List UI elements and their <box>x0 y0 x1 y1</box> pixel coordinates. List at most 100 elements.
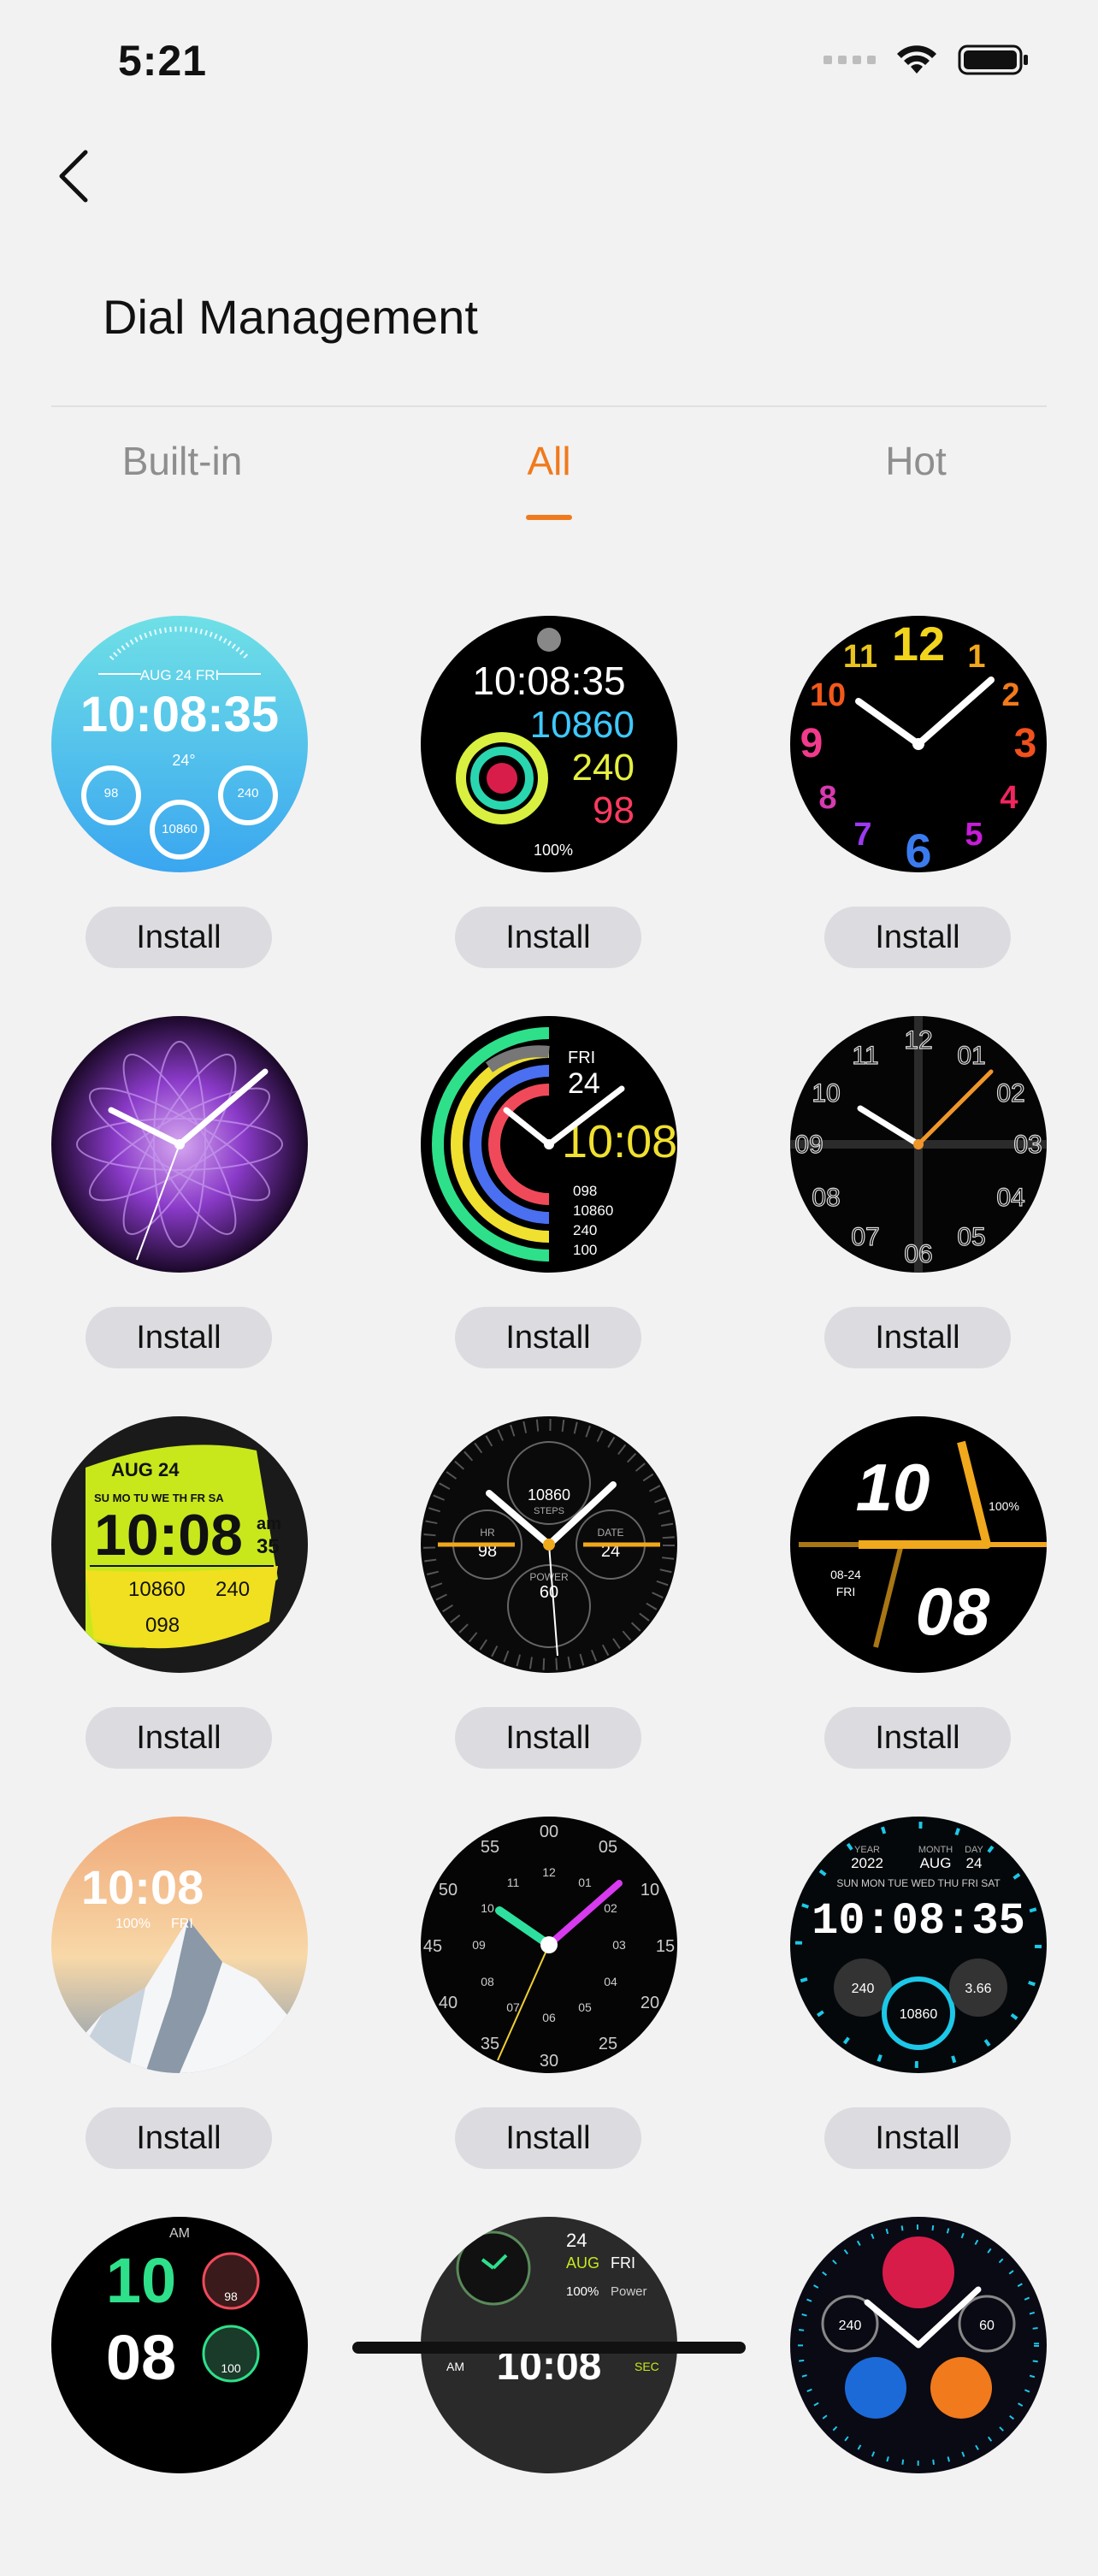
dial-text: 02 <box>996 1079 1024 1108</box>
dial-text: 98 <box>593 789 635 831</box>
dial-text: 06 <box>904 1240 932 1268</box>
dial-text: 02 <box>604 1901 617 1915</box>
dial-text: 10860 <box>900 2007 938 2022</box>
wifi-icon <box>897 45 936 74</box>
dial-preview[interactable]: 12 1 2 3 4 5 6 7 8 9 10 11 <box>790 616 1047 872</box>
dial-text: FRI <box>568 1049 595 1067</box>
dial-card: 10860 STEPS HR 98 DATE 24 POWER 60 Insta… <box>421 1416 677 1775</box>
dial-preview[interactable]: FRI 24 10:08 098 10860 240 100 <box>421 1016 677 1273</box>
tab-all[interactable]: All <box>527 438 570 484</box>
dial-text: 5 <box>965 817 983 853</box>
dial-text: 35 <box>257 1535 280 1558</box>
dial-text: 100 <box>221 2361 241 2375</box>
dial-text: 40 <box>439 1994 458 2012</box>
dial-text: 35 <box>481 2035 499 2053</box>
dial-preview[interactable]: 10:08:35 10860 240 98 100% <box>421 616 677 872</box>
dial-preview[interactable]: 00 05 10 15 20 25 30 35 40 45 50 55 12 0… <box>421 1817 677 2073</box>
dial-card: 10 08 100% 08-24 FRI Install <box>790 1416 1047 1775</box>
dial-text: 08-24 <box>830 1568 861 1581</box>
dial-preview[interactable]: 10:08 100% FRI <box>51 1817 308 2073</box>
dial-text: 03 <box>612 1938 626 1952</box>
header-divider <box>51 405 1047 407</box>
install-button[interactable]: Install <box>824 1707 1011 1769</box>
install-button[interactable]: Install <box>455 907 641 968</box>
dial-text: AUG <box>566 2254 599 2272</box>
dial-text: 240 <box>572 747 635 789</box>
dial-text: STEPS <box>534 1506 564 1516</box>
dial-text: 100 <box>573 1242 597 1258</box>
dial-preview[interactable]: 10860 STEPS HR 98 DATE 24 POWER 60 <box>421 1416 677 1673</box>
dial-card: 240 60 <box>790 2217 1047 2576</box>
dial-text: 24 <box>568 1067 600 1100</box>
dial-text: 60 <box>979 2319 995 2333</box>
dial-text: 8 <box>818 780 836 816</box>
dial-preview[interactable]: AM 10 08 98 100 <box>51 2217 308 2473</box>
dial-text: 05 <box>578 2000 592 2014</box>
dial-text: 04 <box>604 1975 617 1988</box>
dial-text: DATE <box>597 1527 623 1539</box>
dial-text: 11 <box>843 639 877 675</box>
dial-text: 240 <box>215 1578 250 1601</box>
dial-text: 240 <box>573 1222 597 1238</box>
install-button[interactable]: Install <box>86 907 272 968</box>
tab-hot[interactable]: Hot <box>885 438 947 484</box>
dial-preview[interactable]: YEAR 2022 MONTH AUG DAY 24 SUN MON TUE W… <box>790 1817 1047 2073</box>
dial-card: 24 AUG FRI 100% Power AM 10:08 SEC <box>421 2217 677 2576</box>
dial-text: 07 <box>506 2000 520 2014</box>
dial-text: 12 <box>892 617 945 671</box>
dial-text: 05 <box>957 1223 985 1251</box>
dial-text: 08 <box>481 1975 494 1988</box>
dial-text: 06 <box>542 2011 556 2024</box>
install-button[interactable]: Install <box>824 1307 1011 1368</box>
dial-preview[interactable]: AUG 24 SU MO TU WE TH FR SA 10:08 am 35 … <box>51 1416 308 1673</box>
dial-preview[interactable]: 12 01 02 03 04 05 06 07 08 09 10 11 <box>790 1016 1047 1273</box>
dial-text: 100% <box>566 2284 599 2299</box>
dial-text: 03 <box>1013 1131 1042 1159</box>
dial-text: 3.66 <box>965 1982 991 1996</box>
dial-text: SEC <box>635 2360 659 2373</box>
chevron-left-icon <box>59 150 88 203</box>
install-button[interactable]: Install <box>455 1707 641 1769</box>
dial-text: 00 <box>540 1823 558 1841</box>
dial-text: AM <box>169 2226 190 2241</box>
dial-text: 01 <box>957 1042 985 1070</box>
dial-text: 10:08 <box>81 1860 204 1914</box>
dial-text: 10 <box>812 1079 840 1108</box>
dial-text: 30 <box>540 2052 558 2071</box>
dial-card: 12 01 02 03 04 05 06 07 08 09 10 11 Inst… <box>790 1016 1047 1375</box>
dial-preview[interactable]: 10 08 100% 08-24 FRI <box>790 1416 1047 1673</box>
dial-preview[interactable] <box>51 1016 308 1273</box>
dial-text: 10 <box>810 677 846 713</box>
dial-card: Install <box>51 1016 308 1375</box>
dial-text: 098 <box>145 1614 180 1637</box>
back-button[interactable] <box>50 145 101 205</box>
dial-text: FRI <box>611 2254 635 2272</box>
install-button[interactable]: Install <box>824 2107 1011 2169</box>
dial-text: 10:08:35 <box>80 687 279 742</box>
install-button[interactable]: Install <box>86 2107 272 2169</box>
dial-text: AUG 24 FRI <box>140 667 220 683</box>
dial-text: 2 <box>1001 677 1019 713</box>
dial-text: 24 <box>566 2230 587 2251</box>
dial-text: 2022 <box>851 1855 883 1871</box>
dial-text: 11 <box>852 1042 878 1070</box>
dial-text: 05 <box>599 1838 617 1857</box>
install-button[interactable]: Install <box>86 1707 272 1769</box>
dial-text: 01 <box>578 1876 592 1889</box>
dial-preview[interactable]: 240 60 <box>790 2217 1047 2473</box>
dial-text: 98 <box>224 2289 238 2303</box>
dial-text: 08 <box>106 2322 176 2393</box>
install-button[interactable]: Install <box>455 1307 641 1368</box>
dial-text: HR <box>480 1527 495 1539</box>
dial-text: 1 <box>967 639 985 675</box>
dial-card: 10:08:35 10860 240 98 100% Install <box>421 616 677 975</box>
dial-text: 98 <box>104 786 119 801</box>
status-time: 5:21 <box>118 37 208 85</box>
dial-text: 6 <box>905 824 931 872</box>
install-button[interactable]: Install <box>86 1307 272 1368</box>
dial-preview[interactable]: AUG 24 FRI 10:08:35 24° 98 10860 240 <box>51 616 308 872</box>
install-button[interactable]: Install <box>455 2107 641 2169</box>
dial-text: 10 <box>856 1450 930 1525</box>
tab-built-in[interactable]: Built-in <box>122 438 243 484</box>
install-button[interactable]: Install <box>824 907 1011 968</box>
